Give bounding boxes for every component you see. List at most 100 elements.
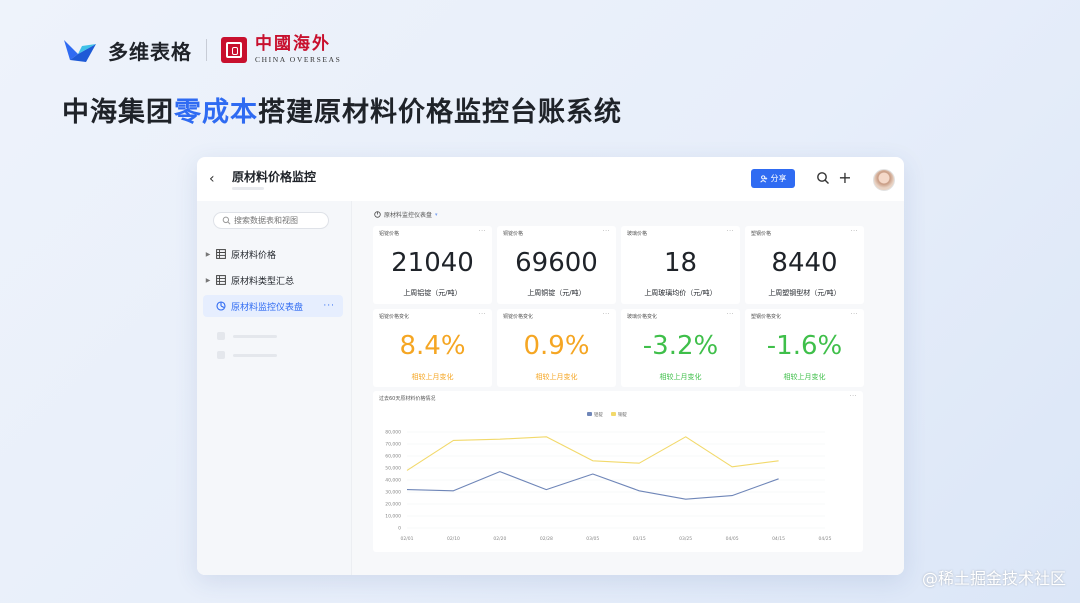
sidebar-search[interactable] (213, 212, 329, 229)
watermark: @稀土掘金技术社区 (921, 569, 1066, 588)
price-card-aluminum[interactable]: 铝锭价格 ··· 21040 上周铝锭（元/吨） (373, 226, 492, 304)
more-options-icon[interactable]: ··· (603, 228, 610, 235)
y-tick-label: 40,000 (385, 478, 401, 484)
app-title: 原材料价格监控 (232, 170, 317, 184)
y-tick-label: 60,000 (385, 454, 401, 460)
card-subtitle: 相较上月变化 (659, 373, 702, 381)
dashboard-icon (374, 211, 381, 218)
card-subtitle: 相较上月变化 (783, 373, 826, 381)
y-tick-label: 70,000 (385, 442, 401, 448)
skeleton-placeholder (217, 351, 277, 359)
series-line (406, 471, 779, 500)
card-subtitle: 相较上月变化 (411, 373, 454, 381)
app-window: ‹ 原材料价格监控 分享 + ▶ 原材料价格 ▶ 原材料类型汇总 原材料监控仪 (197, 157, 904, 575)
legend-swatch (611, 412, 616, 416)
feishu-bitable-logo-icon (64, 40, 96, 62)
change-card-copper[interactable]: 铜锭价格变化 ··· 0.9% 相较上月变化 (497, 309, 616, 387)
card-value: 18 (663, 248, 698, 278)
y-tick-label: 50,000 (385, 466, 401, 472)
more-options-icon[interactable]: ··· (479, 311, 486, 318)
x-tick-label: 03/05 (586, 536, 599, 542)
more-options-icon[interactable]: ··· (727, 311, 734, 318)
card-value: 8440 (771, 248, 838, 278)
card-value: 69600 (515, 248, 598, 278)
card-subtitle: 上周铜锭（元/吨） (527, 289, 586, 297)
sidebar-item-material-type-summary[interactable]: ▶ 原材料类型汇总 (203, 269, 343, 291)
card-subtitle: 相较上月变化 (535, 373, 578, 381)
dashboard-area: 原材料监控仪表盘 ▾ 铝锭价格 ··· 21040 上周铝锭（元/吨） 铜锭价格… (352, 201, 904, 575)
table-icon (216, 249, 226, 259)
y-tick-label: 20,000 (385, 502, 401, 508)
china-overseas-seal-icon (221, 37, 247, 63)
search-input[interactable] (234, 216, 322, 225)
more-options-icon[interactable]: ··· (851, 228, 858, 235)
card-value: -3.2% (642, 331, 719, 361)
brand-bar: 多维表格 中國海外 CHINA OVERSEAS (62, 33, 341, 67)
change-card-glass[interactable]: 玻璃价格变化 ··· -3.2% 相较上月变化 (621, 309, 740, 387)
card-value: -1.6% (766, 331, 843, 361)
y-tick-label: 30,000 (385, 490, 401, 496)
card-value: 21040 (391, 248, 474, 278)
page-headline: 中海集团零成本搭建原材料价格监控台账系统 (62, 90, 622, 129)
x-tick-label: 02/01 (401, 536, 414, 542)
expand-caret-icon[interactable]: ▶ (203, 251, 213, 258)
back-arrow-icon[interactable]: ‹ (209, 171, 223, 187)
y-tick-label: 10,000 (385, 514, 401, 520)
legend-label: 铜锭 (618, 411, 627, 418)
card-label: 玻璃价格变化 (627, 314, 658, 320)
sidebar-item-raw-material-price[interactable]: ▶ 原材料价格 (203, 243, 343, 265)
price-card-plastic-steel[interactable]: 塑钢价格 ··· 8440 上周塑钢型材（元/吨） (745, 226, 864, 304)
x-tick-label: 04/15 (772, 536, 785, 542)
sidebar: ▶ 原材料价格 ▶ 原材料类型汇总 原材料监控仪表盘 ··· (197, 201, 352, 575)
legend-swatch (587, 412, 592, 416)
sidebar-item-label: 原材料监控仪表盘 (231, 302, 304, 313)
add-icon[interactable]: + (838, 170, 852, 186)
more-options-icon[interactable]: ··· (603, 311, 610, 318)
more-options-icon[interactable]: ··· (479, 228, 486, 235)
share-button[interactable]: 分享 (751, 169, 795, 188)
x-tick-label: 02/28 (540, 536, 553, 542)
price-card-copper[interactable]: 铜锭价格 ··· 69600 上周铜锭（元/吨） (497, 226, 616, 304)
series-line (406, 436, 779, 471)
line-chart-card[interactable]: 过去60天原材料价格情况 ··· 80,000 70,000 60,000 50,00… (373, 391, 863, 552)
app-subtitle-placeholder (232, 187, 264, 190)
top-bar: ‹ 原材料价格监控 分享 + (197, 157, 904, 202)
dropdown-dot-icon[interactable]: ▾ (435, 212, 438, 218)
table-icon (216, 275, 226, 285)
change-card-plastic-steel[interactable]: 塑钢价格变化 ··· -1.6% 相较上月变化 (745, 309, 864, 387)
change-card-aluminum[interactable]: 铝锭价格变化 ··· 8.4% 相较上月变化 (373, 309, 492, 387)
search-icon (222, 216, 231, 225)
search-icon[interactable] (816, 171, 830, 185)
dashboard-icon (216, 301, 226, 311)
share-user-icon (759, 174, 767, 183)
sidebar-item-monitor-dashboard[interactable]: 原材料监控仪表盘 ··· (203, 295, 343, 317)
x-tick-label: 03/15 (633, 536, 646, 542)
line-chart: 80,000 70,000 60,000 50,000 40,000 30,000 20,0… (385, 411, 832, 542)
card-subtitle: 上周铝锭（元/吨） (403, 289, 462, 297)
card-label: 塑钢价格 (751, 231, 772, 237)
more-options-icon[interactable]: ··· (851, 311, 858, 318)
expand-caret-icon[interactable]: ▶ (203, 277, 213, 284)
card-label: 玻璃价格 (627, 231, 648, 237)
headline-part1: 中海集团 (62, 97, 174, 128)
x-tick-label: 02/20 (493, 536, 506, 542)
card-value: 8.4% (399, 331, 466, 361)
partner-name-cn: 中國海外 (255, 34, 331, 55)
partner-logo: 中國海外 CHINA OVERSEAS (255, 36, 341, 64)
more-options-icon[interactable]: ··· (727, 228, 734, 235)
more-options-icon[interactable]: ··· (323, 301, 335, 311)
dashboard-title: 原材料监控仪表盘 ▾ (374, 210, 438, 219)
x-tick-label: 02/10 (447, 536, 460, 542)
card-label: 塑钢价格变化 (751, 314, 782, 320)
price-card-glass[interactable]: 玻璃价格 ··· 18 上周玻璃均价（元/吨） (621, 226, 740, 304)
x-tick-label: 03/25 (679, 536, 692, 542)
user-avatar[interactable] (873, 169, 895, 191)
share-button-label: 分享 (770, 174, 787, 183)
x-tick-label: 04/25 (819, 536, 832, 542)
card-label: 铝锭价格 (379, 231, 400, 237)
skeleton-placeholder (217, 332, 277, 340)
card-label: 铝锭价格变化 (379, 314, 410, 320)
legend-label: 铝锭 (594, 411, 603, 418)
sidebar-item-label: 原材料价格 (231, 250, 277, 261)
card-label: 铜锭价格变化 (503, 314, 534, 320)
